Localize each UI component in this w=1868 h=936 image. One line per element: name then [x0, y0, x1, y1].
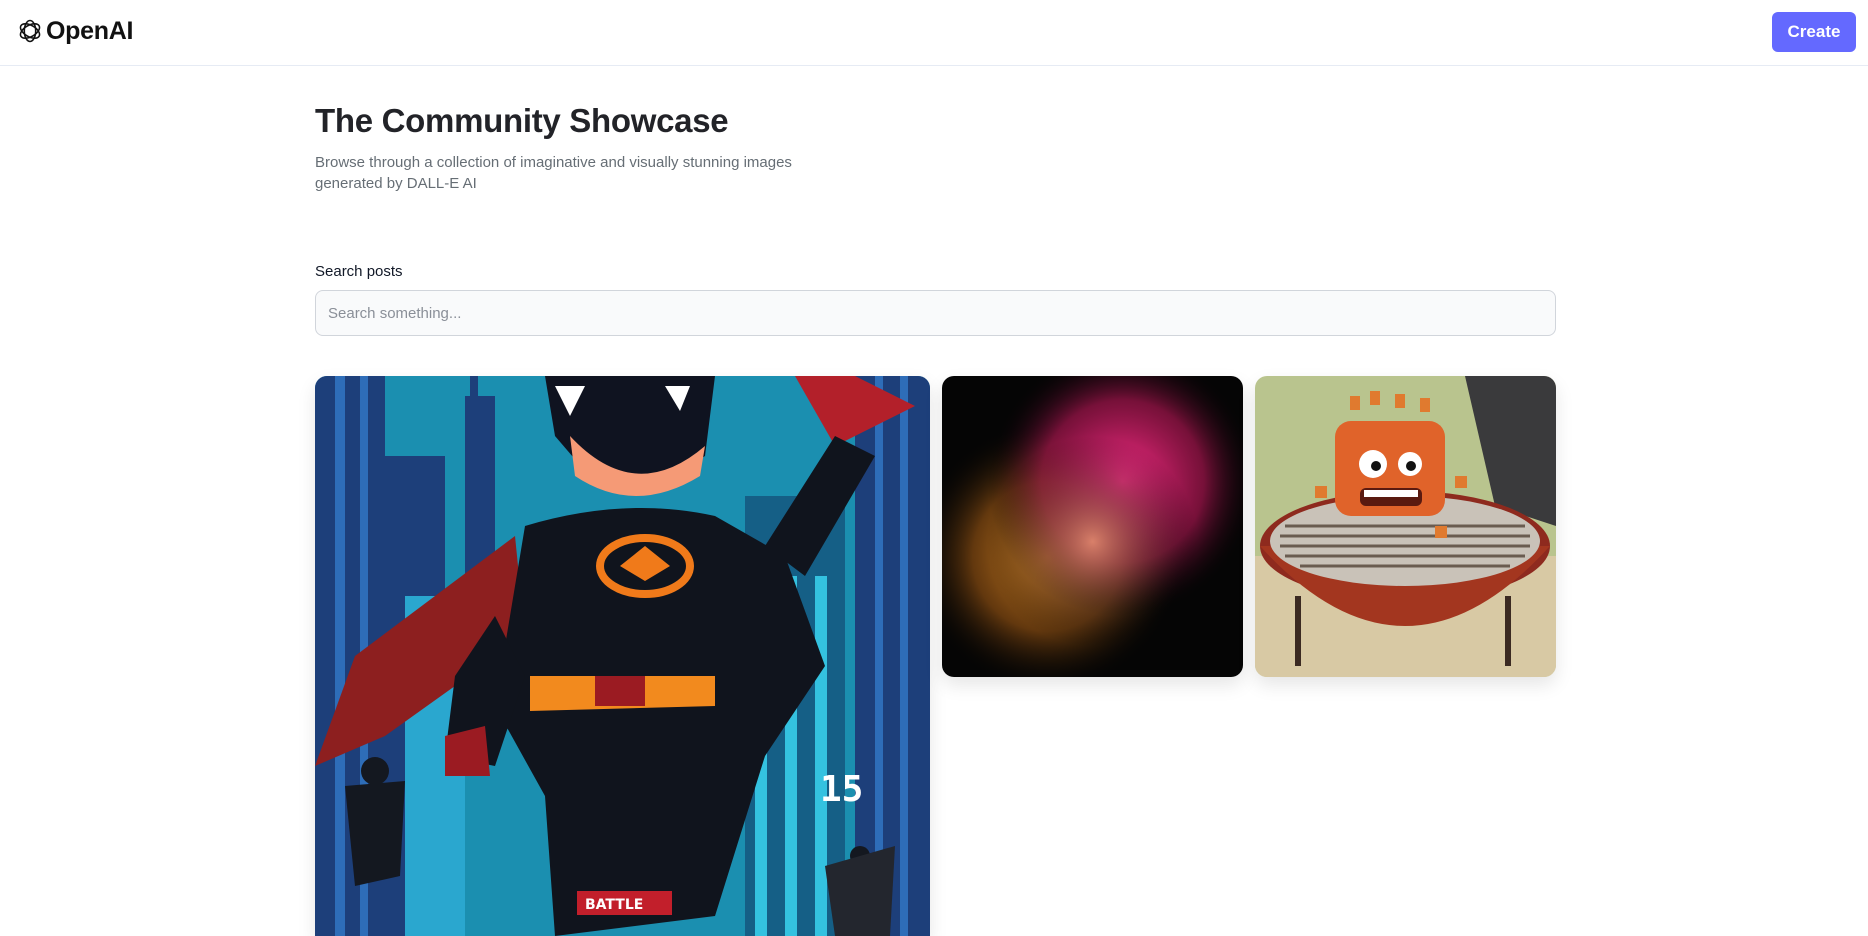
brand-name: OpenAI — [46, 16, 134, 45]
page-subtitle: Browse through a collection of imaginati… — [315, 154, 792, 192]
search-label: Search posts — [315, 263, 403, 280]
gallery-card-powder-explosion[interactable] — [942, 376, 1243, 677]
gallery-card-grill-character[interactable] — [1255, 376, 1556, 677]
openai-logo[interactable]: OpenAI — [16, 15, 133, 47]
powder-explosion-image — [942, 376, 1243, 677]
gallery-card-superhero[interactable]: 15 BATTLE — [315, 376, 930, 936]
top-navbar: OpenAI Create — [0, 0, 1868, 66]
openai-logo-icon — [19, 19, 41, 43]
page-title: The Community Showcase — [315, 102, 729, 139]
search-input[interactable] — [315, 290, 1556, 336]
create-button[interactable]: Create — [1772, 12, 1856, 52]
grill-character-image — [1255, 376, 1556, 677]
superhero-image: 15 BATTLE — [315, 376, 930, 936]
hero-sign-text: 15 — [820, 769, 863, 810]
main-content: The Community Showcase Browse through a … — [315, 66, 1556, 336]
